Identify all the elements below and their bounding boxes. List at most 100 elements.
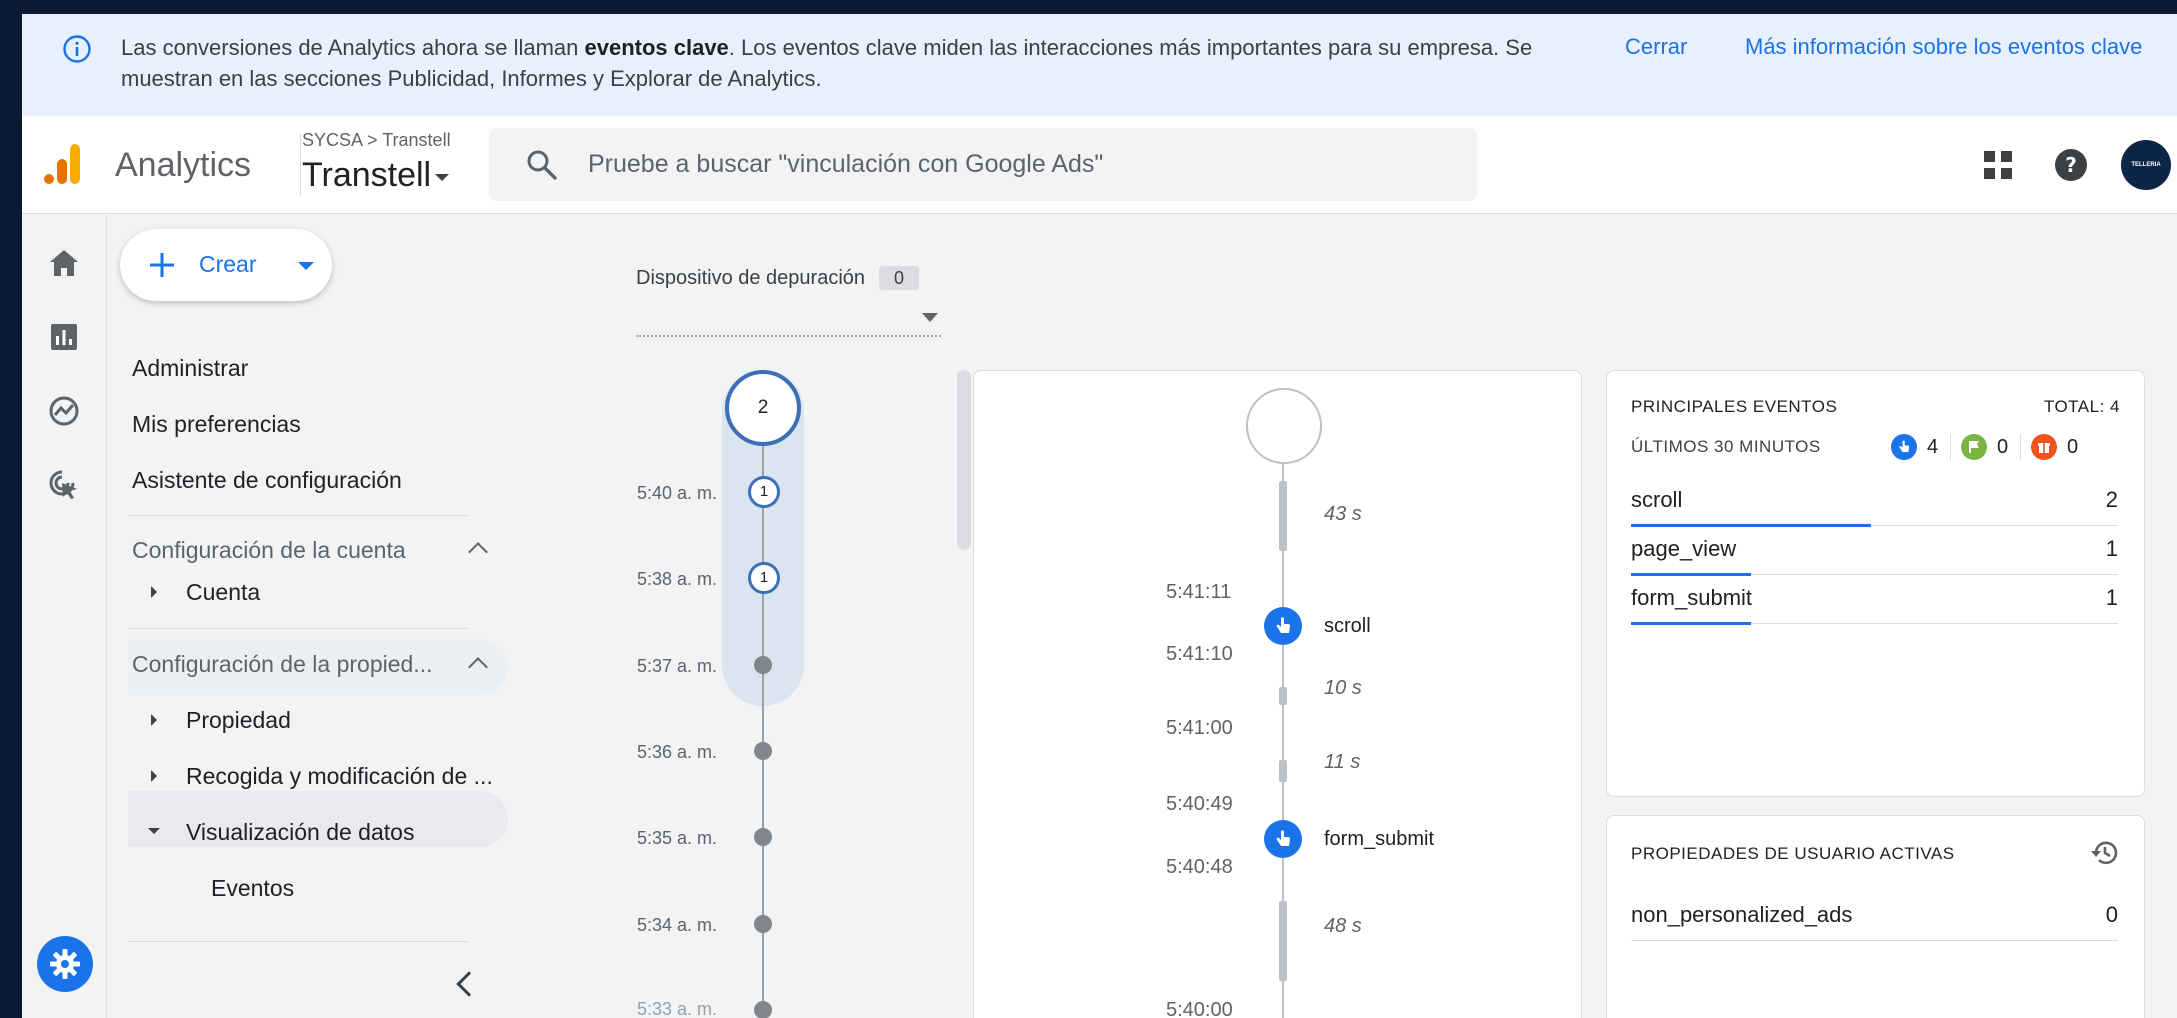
banner-learn-more-link[interactable]: Más información sobre los eventos clave [1745,34,2142,60]
user-properties-title: PROPIEDADES DE USUARIO ACTIVAS [1631,844,1955,863]
search-bar[interactable]: Pruebe a buscar "vinculación con Google … [489,128,1477,201]
home-icon[interactable] [46,245,82,281]
top-events-total: TOTAL: 4 [2043,397,2120,416]
list-item[interactable]: non_personalized_ads 0 [1631,892,2118,941]
gap-bar [1279,901,1287,981]
reports-icon[interactable] [46,319,82,355]
event-name: scroll [1631,487,1683,512]
explore-icon[interactable] [46,393,82,429]
chevron-down-icon [298,262,314,270]
seconds-stream-start [1246,388,1322,464]
search-placeholder: Pruebe a buscar "vinculación con Google … [588,150,1104,178]
event-name[interactable]: form_submit [1324,828,1434,851]
nav-item-mis-preferencias[interactable]: Mis preferencias [132,411,301,438]
minute-dot[interactable] [754,742,772,760]
nav-item-cuenta[interactable]: Cuenta [186,579,260,606]
list-item[interactable]: form_submit 1 [1631,575,2118,625]
count-divider [2020,434,2021,460]
nav-item-recogida[interactable]: Recogida y modificación de ... [186,763,493,790]
property-selector[interactable]: Transtell [302,156,450,195]
expand-arrow-icon[interactable] [151,714,157,726]
touch-icon [1899,440,1910,453]
seconds-stream: 43 s 5:41:11 scroll 5:41:10 10 s 5:41:00… [973,370,1582,1018]
minute-dot[interactable] [754,915,772,933]
nav-section-account[interactable]: Configuración de la cuenta [132,537,406,564]
gap-label: 43 s [1324,503,1362,525]
analytics-logo-icon[interactable] [42,142,86,186]
plus-icon [150,253,174,277]
minute-event-count[interactable]: 1 [748,476,780,508]
event-name: form_submit [1631,585,1753,610]
debugview-main: Dispositivo de depuración 0 2 5:40 a. m.… [529,215,2177,1018]
analytics-app: Las conversiones de Analytics ahora se l… [22,14,2177,1018]
event-count: 2 [2105,487,2118,512]
current-minute-counter[interactable]: 2 [725,370,801,446]
event-count: 1 [2105,536,2118,561]
nav-item-administrar[interactable]: Administrar [132,355,248,382]
event-time: 5:41:10 [1166,643,1233,665]
debug-device-dropdown[interactable] [636,307,941,337]
help-icon[interactable]: ? [2054,148,2088,182]
scrollbar[interactable] [957,370,971,550]
debug-device-count: 0 [879,266,919,290]
list-item[interactable]: page_view 1 [1631,526,2118,576]
gap-bar [1279,760,1287,782]
event-time: 5:41:11 [1166,581,1232,603]
chevron-up-icon[interactable] [468,542,488,562]
admin-gear-button[interactable] [37,936,93,992]
event-share-bar [1631,622,1751,625]
account-breadcrumb[interactable]: SYCSA > Transtell [302,130,451,151]
expand-arrow-icon[interactable] [151,770,157,782]
nav-item-visualizacion-datos[interactable]: Visualización de datos [186,819,414,846]
minute-dot[interactable] [754,1001,772,1018]
left-rail [22,215,107,1018]
chevron-down-icon [922,313,938,322]
apps-grid-icon[interactable] [1983,150,2013,180]
nav-item-propiedad[interactable]: Propiedad [186,707,291,734]
minute-time: 5:33 a. m. [637,999,718,1018]
top-events-subtitle: ÚLTIMOS 30 MINUTOS [1631,437,1821,456]
minute-dot[interactable] [754,656,772,674]
gap-label: 11 s [1324,751,1361,773]
advertising-icon[interactable] [46,467,82,503]
minute-time: 5:37 a. m. [637,656,718,676]
expand-arrow-icon[interactable] [151,586,157,598]
minute-time: 5:34 a. m. [637,915,718,935]
user-properties-card: PROPIEDADES DE USUARIO ACTIVAS non_perso… [1606,815,2145,1018]
minute-time: 5:35 a. m. [637,828,718,848]
nav-item-asistente-configuracion[interactable]: Asistente de configuración [132,467,402,494]
event-time: 5:41:00 [1166,717,1233,739]
conversions-count: 0 [2067,436,2079,458]
property-name: non_personalized_ads [1631,902,1853,927]
scroll-event-icon[interactable] [1264,607,1302,645]
touch-icon [1276,830,1290,846]
debug-device-label: Dispositivo de depuración [636,267,866,289]
event-time: 5:40:49 [1166,793,1233,815]
gift-icon [2038,443,2050,453]
avatar[interactable]: TELLERIA [2121,140,2171,190]
minute-event-count[interactable]: 1 [748,562,780,594]
chevron-down-icon [435,173,450,181]
collapse-arrow-icon[interactable] [148,828,160,834]
flag-icon [1969,441,1979,453]
create-button[interactable]: Crear [120,229,332,301]
minute-time: 5:36 a. m. [637,742,718,762]
minute-dot[interactable] [754,828,772,846]
nav-divider [128,941,468,942]
nav-divider [128,515,468,516]
collapse-nav-icon[interactable] [456,971,482,997]
banner-close-link[interactable]: Cerrar [1625,34,1687,60]
search-icon [527,150,557,180]
history-icon[interactable] [2090,838,2120,868]
list-item[interactable]: scroll 2 [1631,477,2118,527]
nav-section-property[interactable]: Configuración de la propied... [132,651,432,678]
count-divider [1950,434,1951,460]
property-value: 0 [2105,902,2118,927]
nav-item-eventos[interactable]: Eventos [211,875,294,902]
svg-text:?: ? [2065,153,2077,177]
event-time: 5:40:48 [1166,856,1233,878]
event-time: 5:40:00 [1166,999,1233,1018]
form-submit-event-icon[interactable] [1264,820,1302,858]
gap-bar [1279,481,1287,551]
event-name[interactable]: scroll [1324,615,1371,638]
